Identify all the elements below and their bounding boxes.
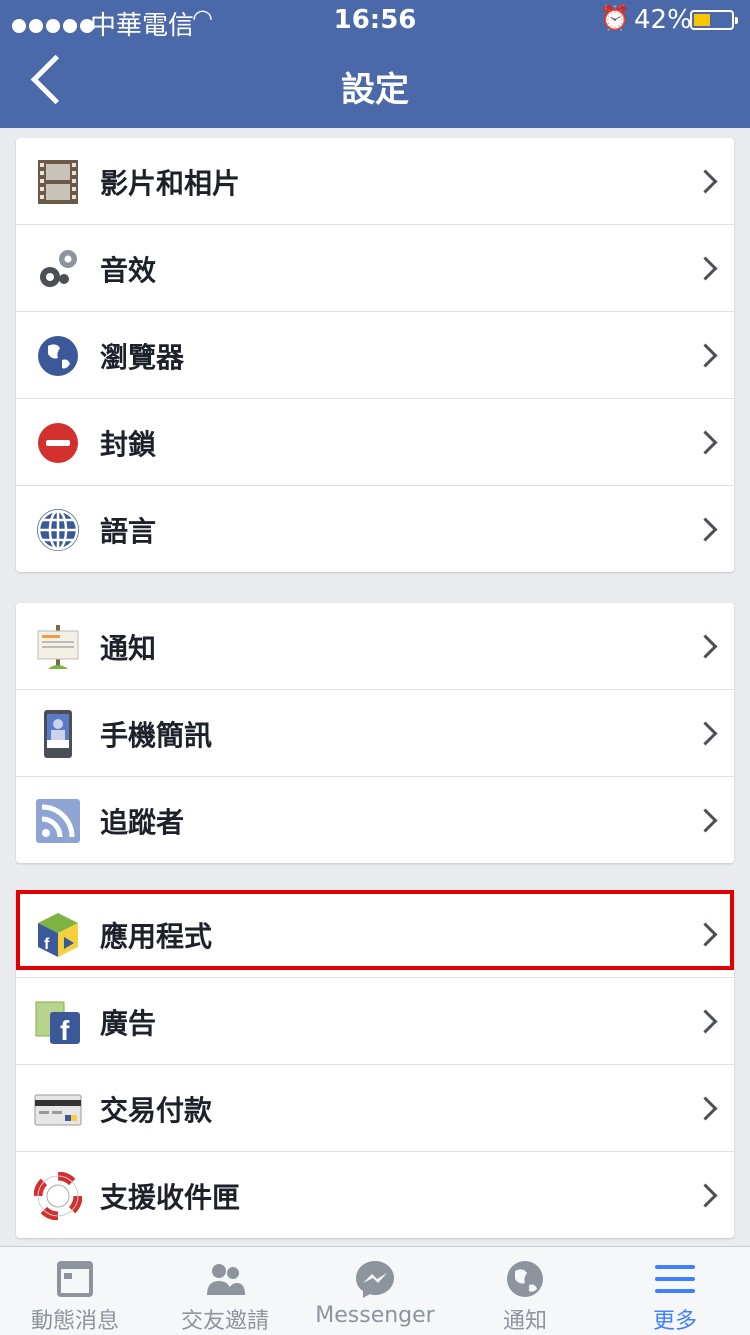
svg-text:f: f	[60, 1015, 70, 1046]
navigation-bar: 中華電信 ◠ 16:56 ⏰ 42% 設定	[0, 0, 750, 128]
tab-label: 更多	[652, 1309, 697, 1334]
settings-item-label: 影片和相片	[100, 167, 241, 200]
chevron-right-icon	[693, 808, 718, 833]
gears-icon	[34, 245, 82, 293]
ads-icon: f	[34, 998, 82, 1046]
settings-item-text-messaging[interactable]: 手機簡訊	[16, 690, 734, 777]
tab-label: Messenger	[315, 1303, 435, 1328]
apps-cube-icon: f	[34, 911, 82, 959]
tab-friend-requests[interactable]: 交友邀請	[150, 1247, 300, 1335]
globe-grid-icon	[34, 506, 82, 554]
settings-item-videos-photos[interactable]: 影片和相片	[16, 138, 734, 225]
chevron-right-icon	[693, 1183, 718, 1208]
tab-bar: 動態消息 交友邀請 Messenger 通知 更多	[0, 1246, 750, 1335]
tab-label: 交友邀請	[180, 1309, 269, 1334]
settings-item-blocking[interactable]: 封鎖	[16, 399, 734, 486]
settings-item-label: 手機簡訊	[100, 719, 213, 752]
lifebuoy-icon	[34, 1172, 82, 1220]
settings-item-label: 追蹤者	[100, 806, 185, 839]
credit-card-icon	[34, 1085, 82, 1133]
chevron-right-icon	[693, 1096, 718, 1121]
film-icon	[34, 158, 82, 206]
settings-item-label: 支援收件匣	[100, 1181, 241, 1214]
settings-item-browser[interactable]: 瀏覽器	[16, 312, 734, 399]
tab-label: 動態消息	[30, 1309, 119, 1334]
chevron-right-icon	[693, 169, 718, 194]
globe-americas-icon	[34, 332, 82, 380]
chevron-right-icon	[693, 517, 718, 542]
alarm-icon: ⏰	[600, 4, 630, 32]
settings-item-label: 瀏覽器	[100, 341, 185, 374]
settings-item-label: 語言	[100, 515, 157, 548]
chevron-right-icon	[693, 430, 718, 455]
rss-icon	[34, 797, 82, 845]
settings-item-followers[interactable]: 追蹤者	[16, 777, 734, 863]
signboard-icon	[34, 623, 82, 671]
settings-item-sounds[interactable]: 音效	[16, 225, 734, 312]
settings-item-label: 音效	[100, 254, 157, 287]
messenger-icon	[356, 1261, 394, 1298]
chevron-right-icon	[693, 1009, 718, 1034]
settings-item-language[interactable]: 語言	[16, 486, 734, 572]
chevron-right-icon	[693, 343, 718, 368]
settings-item-label: 封鎖	[100, 428, 157, 461]
battery-icon	[690, 10, 738, 30]
settings-item-label: 通知	[100, 632, 157, 665]
settings-group-notifications: 通知 手機簡訊 追蹤者	[16, 603, 734, 863]
chevron-right-icon	[693, 256, 718, 281]
svg-text:f: f	[44, 936, 50, 953]
chevron-right-icon	[693, 721, 718, 746]
menu-icon	[655, 1265, 695, 1293]
settings-item-label: 應用程式	[100, 920, 213, 953]
friends-icon	[207, 1264, 245, 1295]
tab-notifications[interactable]: 通知	[450, 1247, 600, 1335]
settings-item-notifications[interactable]: 通知	[16, 603, 734, 690]
tab-more[interactable]: 更多	[600, 1247, 750, 1335]
status-bar: 中華電信 ◠ 16:56 ⏰ 42%	[0, 0, 750, 41]
settings-item-ads[interactable]: f 廣告	[16, 978, 734, 1065]
block-icon	[34, 419, 82, 467]
battery-percentage: 42%	[634, 5, 692, 35]
tab-label: 通知	[502, 1309, 547, 1334]
phone-icon	[34, 710, 82, 758]
settings-item-payments[interactable]: 交易付款	[16, 1065, 734, 1152]
settings-group-general: 影片和相片 音效 瀏覽器 封鎖 語言	[16, 138, 734, 572]
settings-item-apps[interactable]: f 應用程式	[16, 891, 734, 978]
settings-group-apps: f 應用程式 f 廣告 交易付款 支援收件匣	[16, 891, 734, 1238]
globe-notifications-icon	[507, 1261, 543, 1297]
tab-news-feed[interactable]: 動態消息	[0, 1247, 150, 1335]
chevron-right-icon	[693, 634, 718, 659]
settings-item-label: 廣告	[100, 1007, 157, 1040]
chevron-right-icon	[693, 922, 718, 947]
settings-item-label: 交易付款	[100, 1094, 213, 1127]
page-title: 設定	[341, 70, 409, 110]
settings-item-support-inbox[interactable]: 支援收件匣	[16, 1152, 734, 1238]
tab-messenger[interactable]: Messenger	[300, 1247, 450, 1335]
news-feed-icon	[57, 1261, 93, 1297]
